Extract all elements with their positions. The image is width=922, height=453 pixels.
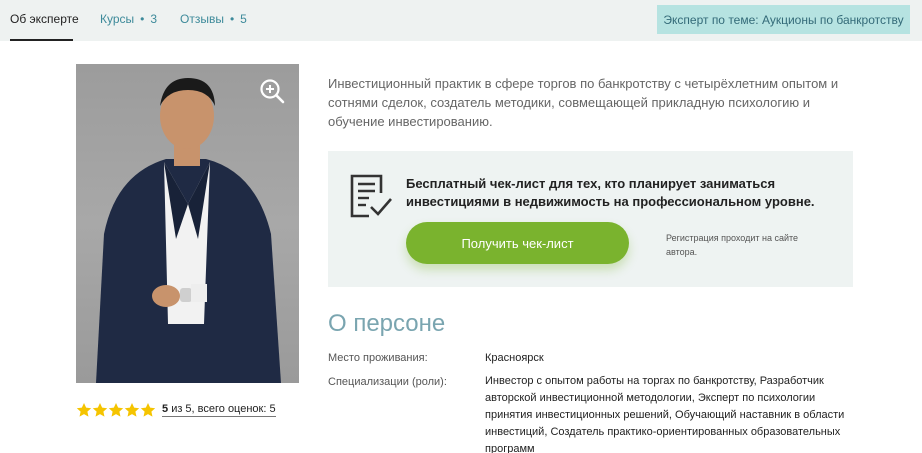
active-tab-indicator <box>10 39 73 41</box>
promo-title: Бесплатный чек-лист для тех, кто планиру… <box>406 176 815 209</box>
separator-dot: • <box>229 12 235 26</box>
tab-about[interactable]: Об эксперте <box>10 12 79 26</box>
star-icon <box>108 403 124 417</box>
expert-topic-badge[interactable]: Эксперт по теме: Аукционы по банкротству <box>657 5 910 34</box>
rating-score: 5 <box>162 403 169 415</box>
tab-courses-label: Курсы <box>100 12 135 26</box>
zoom-in-icon[interactable] <box>259 78 285 104</box>
person-section-title: О персоне <box>328 310 446 337</box>
residence-label: Место проживания: <box>328 352 428 364</box>
rating-summary[interactable]: 5 из 5, всего оценок: 5 <box>162 403 276 417</box>
tab-reviews-count: 5 <box>240 12 247 26</box>
star-icon <box>140 403 156 417</box>
residence-value: Красноярск <box>485 352 544 364</box>
expert-intro: Инвестиционный практик в сфере торгов по… <box>328 76 839 129</box>
specializations-value: Инвестор с опытом работы на торгах по ба… <box>485 375 845 453</box>
tab-reviews-label: Отзывы <box>180 12 224 26</box>
tab-courses[interactable]: Курсы • 3 <box>100 12 157 26</box>
rating-suffix: из 5, всего оценок: 5 <box>171 403 276 415</box>
checklist-promo: Бесплатный чек-лист для тех, кто планиру… <box>328 151 853 287</box>
checklist-icon <box>350 174 392 218</box>
star-icon <box>92 403 108 417</box>
tab-courses-count: 3 <box>150 12 158 26</box>
promo-note: Регистрация проходит на сайте автора. <box>666 233 799 257</box>
rating-stars <box>76 402 156 418</box>
specializations-label: Специализации (роли): <box>328 376 447 388</box>
star-icon <box>76 403 92 417</box>
expert-portrait <box>96 78 281 383</box>
separator-dot: • <box>140 12 145 26</box>
star-icon <box>124 403 140 417</box>
get-checklist-button[interactable]: Получить чек-лист <box>406 222 629 264</box>
tab-reviews[interactable]: Отзывы • 5 <box>180 12 247 26</box>
tabs-bar: Об эксперте Курсы • 3 Отзывы • 5 Эксперт по … <box>0 0 922 41</box>
rating[interactable]: 5 из 5, всего оценок: 5 <box>76 402 276 418</box>
expert-photo[interactable] <box>76 64 299 383</box>
tab-about-label: Об эксперте <box>10 12 79 26</box>
